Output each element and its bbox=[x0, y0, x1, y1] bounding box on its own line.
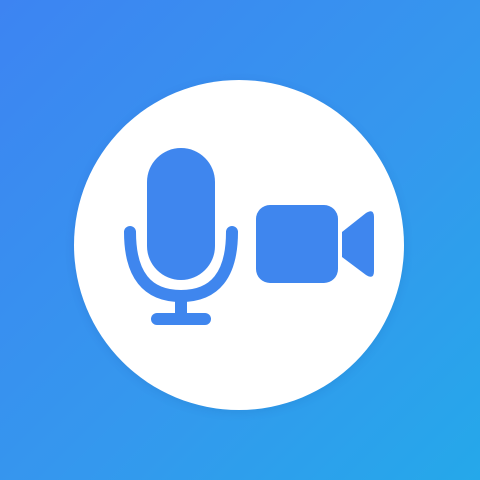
microphone-icon bbox=[124, 148, 238, 325]
icon-glyphs bbox=[124, 148, 374, 325]
app-icon[interactable] bbox=[0, 0, 480, 480]
video-camera-icon bbox=[256, 205, 374, 283]
